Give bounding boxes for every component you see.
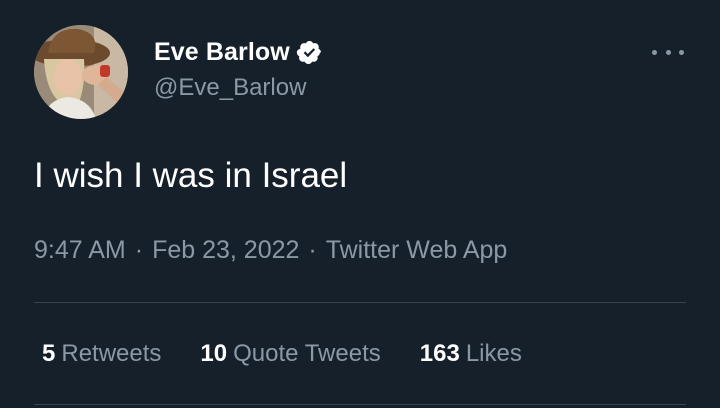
meta-separator: ·	[134, 236, 144, 264]
retweets-label: Retweets	[61, 340, 162, 367]
more-dot	[665, 49, 671, 55]
avatar-image	[34, 25, 128, 119]
quote-tweets-label: Quote Tweets	[233, 340, 381, 367]
tweet-card: Eve Barlow @Eve_Barlow I wish I was in I…	[0, 0, 720, 408]
quote-tweets-stat[interactable]: 10 Quote Tweets	[200, 340, 380, 368]
likes-count: 163	[419, 340, 460, 367]
divider	[34, 404, 686, 405]
more-options-icon[interactable]	[652, 40, 684, 64]
name-row: Eve Barlow	[154, 36, 323, 68]
meta-separator: ·	[308, 236, 317, 264]
divider	[34, 302, 686, 303]
user-handle[interactable]: @Eve_Barlow	[154, 74, 306, 102]
retweets-stat[interactable]: 5 Retweets	[42, 340, 161, 368]
display-name[interactable]: Eve Barlow	[154, 38, 290, 67]
verified-badge-icon	[296, 39, 323, 66]
engagement-stats: 5 Retweets 10 Quote Tweets 163 Likes	[42, 340, 561, 368]
tweet-meta: 9:47 AM · Feb 23, 2022 · Twitter Web App	[34, 236, 507, 265]
avatar[interactable]	[34, 25, 128, 119]
tweet-time[interactable]: 9:47 AM	[34, 236, 126, 264]
quote-tweets-count: 10	[200, 340, 228, 367]
more-dot	[652, 49, 657, 55]
likes-label: Likes	[465, 340, 522, 367]
more-dot	[679, 49, 684, 55]
likes-stat[interactable]: 163 Likes	[420, 340, 522, 368]
tweet-date[interactable]: Feb 23, 2022	[152, 236, 299, 264]
tweet-source[interactable]: Twitter Web App	[326, 236, 508, 264]
tweet-text: I wish I was in Israel	[34, 156, 348, 195]
retweets-count: 5	[42, 340, 56, 367]
